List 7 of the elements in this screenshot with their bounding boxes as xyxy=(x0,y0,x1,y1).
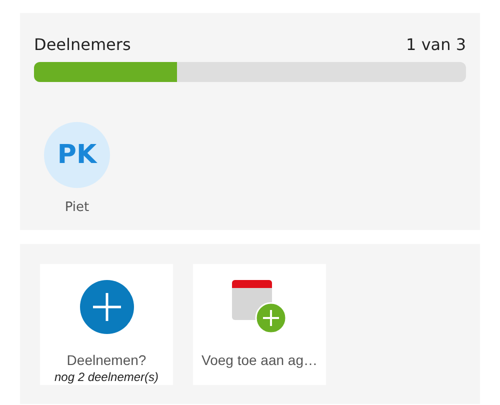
plus-icon xyxy=(80,280,134,334)
add-to-calendar-button[interactable]: Voeg toe aan ag… xyxy=(193,264,326,385)
participant-count: 1 van 3 xyxy=(406,35,466,54)
participants-title: Deelnemers xyxy=(34,35,131,54)
participant-name: Piet xyxy=(64,200,90,215)
calendar-add-icon xyxy=(232,280,288,334)
join-button[interactable]: Deelnemen? nog 2 deelnemer(s) xyxy=(40,264,173,385)
